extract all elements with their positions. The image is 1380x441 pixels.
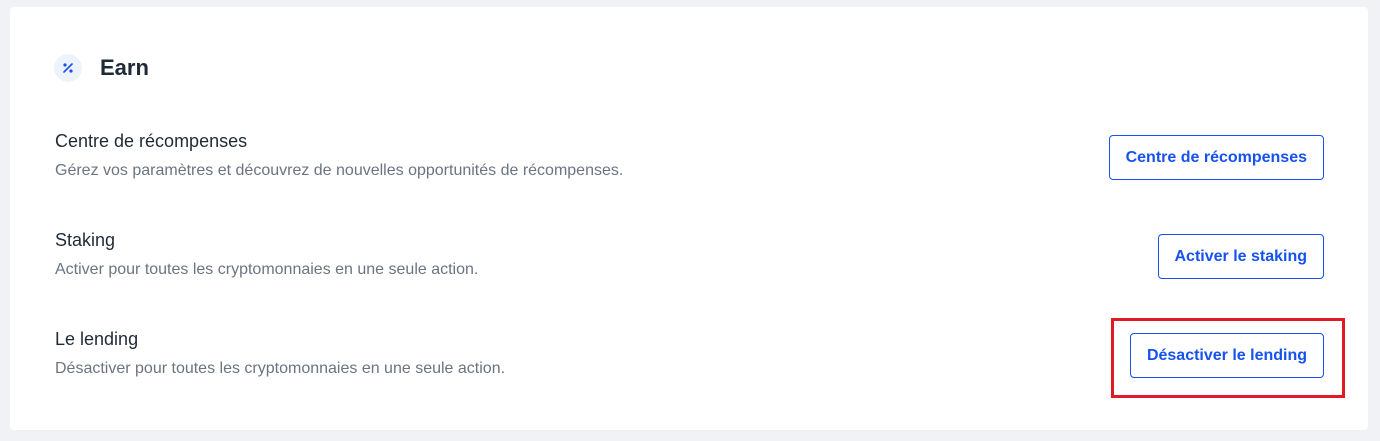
activate-staking-button[interactable]: Activer le staking [1157, 234, 1324, 279]
page-title: Earn [100, 55, 149, 80]
lending-row: Le lending Désactiver pour toutes les cr… [55, 328, 1324, 379]
percent-icon [54, 54, 82, 82]
rewards-center-row: Centre de récompenses Gérez vos paramètr… [55, 130, 1324, 181]
earn-card: Earn Centre de récompenses Gérez vos par… [10, 7, 1368, 430]
staking-description: Activer pour toutes les cryptomonnaies e… [55, 261, 479, 278]
rewards-center-button[interactable]: Centre de récompenses [1108, 135, 1324, 180]
staking-row: Staking Activer pour toutes les cryptomo… [55, 229, 1324, 280]
deactivate-lending-button[interactable]: Désactiver le lending [1129, 333, 1324, 378]
staking-title: Staking [55, 230, 116, 250]
earn-header: Earn [54, 54, 149, 82]
